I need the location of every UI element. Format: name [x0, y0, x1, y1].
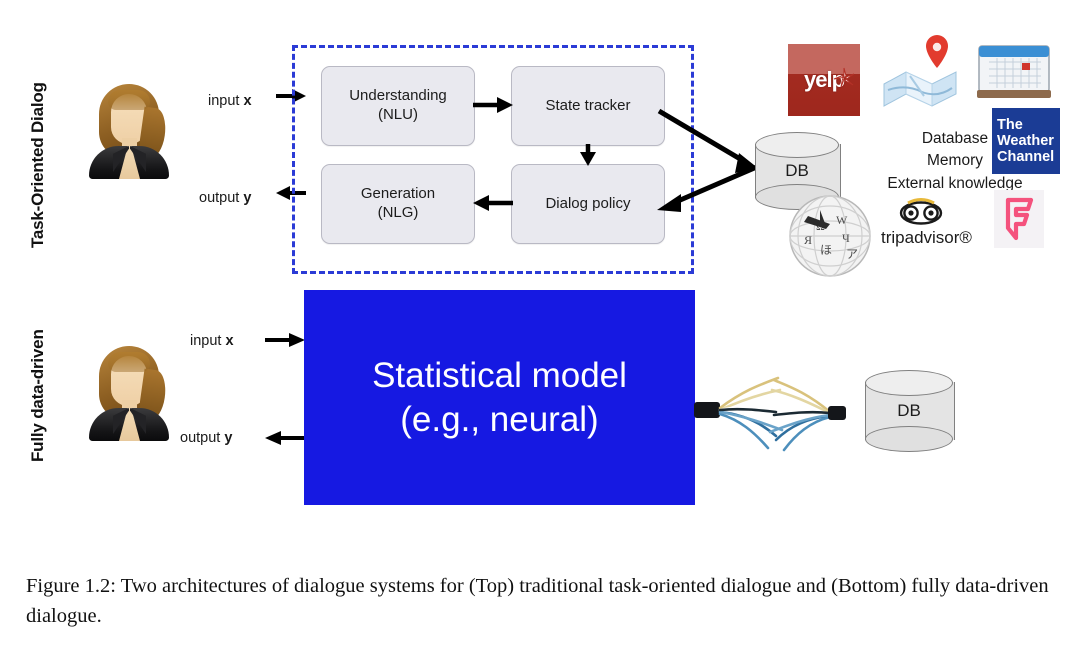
map-icon[interactable] [880, 35, 960, 110]
input-text: input [208, 93, 240, 109]
row-label-task-oriented: Task-Oriented Dialog [28, 82, 47, 248]
input-var: x [243, 93, 252, 109]
box-generation-nlg[interactable]: Generation (NLG) [321, 164, 475, 244]
output-label-bottom: output y [180, 430, 232, 446]
output-label-top: output y [199, 190, 251, 206]
arrow-nlu-to-state-tracker [473, 97, 513, 113]
tripadvisor-owl-icon[interactable] [899, 198, 943, 225]
foursquare-logo[interactable] [994, 190, 1044, 248]
svg-text:Я: Я [804, 233, 812, 247]
input-label-top: input x [208, 93, 252, 109]
arrow-output-bottom [265, 431, 305, 445]
db-label-top: DB [785, 161, 809, 180]
wikipedia-globe-icon[interactable]: ΩW ЯЧ ほア [786, 192, 874, 280]
input-label-bottom: input x [190, 333, 234, 349]
database-cylinder-bottom: DB [865, 370, 955, 452]
box-understanding-line2: (NLU) [377, 106, 418, 123]
box-understanding-nlu[interactable]: Understanding (NLU) [321, 66, 475, 146]
statistical-model-box[interactable]: Statistical model (e.g., neural) [304, 290, 695, 505]
box-state-tracker-line1: State tracker [545, 96, 631, 114]
yelp-logo[interactable]: yelp [788, 44, 860, 116]
figure-caption: Figure 1.2: Two architectures of dialogu… [26, 575, 1049, 627]
box-dialog-policy[interactable]: Dialog policy [511, 164, 665, 244]
input-text-bottom: input [190, 333, 222, 349]
arrow-state-tracker-to-policy [580, 144, 596, 166]
model-line-1: Statistical model [372, 355, 627, 395]
row-label-fully-data-driven: Fully data-driven [28, 329, 47, 462]
tripadvisor-wordmark: tripadvisor® [881, 228, 972, 247]
weather-line-2: Weather [997, 132, 1054, 149]
svg-text:ほ: ほ [820, 243, 832, 257]
user-avatar-icon-bottom [83, 340, 175, 441]
figure-canvas: Task-Oriented Dialog input x output y Un… [0, 0, 1080, 556]
calendar-icon[interactable] [975, 38, 1053, 106]
foursquare-mark-icon [1005, 197, 1034, 241]
box-generation-line1: Generation [360, 185, 436, 203]
output-var: y [243, 190, 252, 206]
yelp-burst-icon [833, 67, 855, 88]
output-text: output [199, 190, 240, 206]
box-state-tracker[interactable]: State tracker [511, 66, 665, 146]
frayed-cable-icon [694, 360, 854, 470]
output-text-bottom: output [180, 430, 221, 446]
arrow-policy-to-nlg [473, 195, 513, 211]
model-line-2: (e.g., neural) [400, 399, 599, 439]
box-generation-line2: (NLG) [377, 204, 419, 221]
box-dialog-policy-line1: Dialog policy [545, 194, 631, 212]
weather-channel-logo[interactable]: The Weather Channel [992, 108, 1060, 174]
weather-line-1: The [997, 116, 1023, 133]
arrow-db-to-dialog-policy [657, 163, 760, 212]
db-label-bottom: DB [897, 401, 921, 420]
svg-text:ア: ア [846, 247, 858, 261]
output-var-bottom: y [224, 430, 233, 446]
svg-text:W: W [836, 213, 848, 227]
input-var-bottom: x [225, 333, 234, 349]
weather-line-3: Channel [997, 149, 1055, 166]
svg-text:Ч: Ч [842, 231, 850, 245]
box-understanding-line1: Understanding [349, 87, 447, 105]
user-avatar-icon-top [83, 78, 175, 179]
arrow-input-bottom [265, 333, 305, 347]
